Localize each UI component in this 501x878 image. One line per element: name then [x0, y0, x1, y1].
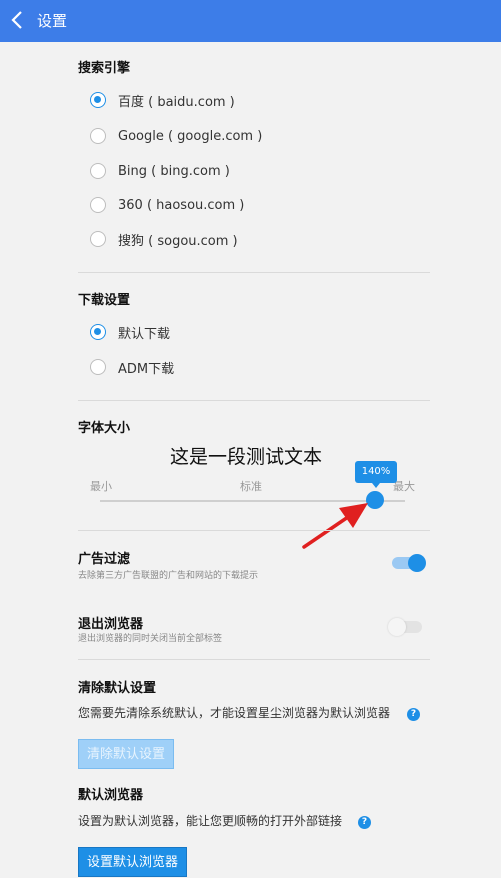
exit-browser-toggle[interactable]	[388, 618, 422, 636]
download-option-adm[interactable]: ADM下载	[90, 354, 174, 380]
divider	[78, 659, 430, 660]
option-label: 默认下载	[118, 326, 171, 342]
radio-unselected-icon[interactable]	[90, 197, 106, 213]
page-title: 设置	[37, 12, 68, 30]
search-engine-option-360[interactable]: 360 ( haosou.com )	[90, 192, 244, 218]
radio-unselected-icon[interactable]	[90, 163, 106, 179]
option-label: Bing ( bing.com )	[118, 163, 230, 179]
toggle-knob	[388, 618, 406, 636]
red-arrow-annotation-icon	[302, 503, 368, 549]
divider	[78, 530, 430, 531]
divider	[78, 400, 430, 401]
top-bar: 设置	[0, 0, 501, 42]
default-browser-heading: 默认浏览器	[78, 788, 144, 803]
radio-unselected-icon[interactable]	[90, 359, 106, 375]
exit-browser-title: 退出浏览器	[78, 617, 144, 632]
ad-filter-toggle[interactable]	[392, 554, 426, 572]
search-engine-option-baidu[interactable]: 百度 ( baidu.com )	[90, 87, 235, 113]
option-label: 百度 ( baidu.com )	[118, 94, 235, 110]
font-sample-text: 这是一段测试文本	[170, 446, 323, 468]
radio-unselected-icon[interactable]	[90, 231, 106, 247]
font-size-min-label: 最小	[90, 480, 112, 493]
exit-browser-subtitle: 退出浏览器的同时关闭当前全部标签	[78, 634, 223, 644]
option-label: ADM下载	[118, 361, 175, 377]
default-browser-description: 设置为默认浏览器，能让您更顺畅的打开外部链接	[78, 814, 343, 828]
download-settings-heading: 下载设置	[78, 293, 131, 308]
ad-filter-title: 广告过滤	[78, 552, 131, 567]
search-engine-heading: 搜索引擎	[78, 61, 131, 76]
clear-default-heading: 清除默认设置	[78, 681, 157, 696]
download-option-default[interactable]: 默认下载	[90, 319, 170, 345]
option-label: 360 ( haosou.com )	[118, 197, 245, 213]
radio-selected-icon[interactable]	[90, 324, 106, 340]
option-label: 搜狗 ( sogou.com )	[118, 233, 238, 249]
back-arrow-icon[interactable]	[8, 8, 28, 32]
clear-default-description: 您需要先清除系统默认，才能设置星尘浏览器为默认浏览器	[78, 706, 391, 720]
search-engine-option-bing[interactable]: Bing ( bing.com )	[90, 158, 230, 184]
font-size-value-tooltip: 140%	[355, 461, 397, 488]
radio-selected-icon[interactable]	[90, 92, 106, 108]
font-size-heading: 字体大小	[78, 421, 131, 436]
font-size-standard-label: 标准	[240, 480, 262, 493]
ad-filter-subtitle: 去除第三方广告联盟的广告和网站的下载提示	[78, 571, 259, 581]
clear-default-button[interactable]: 清除默认设置	[78, 739, 175, 769]
radio-unselected-icon[interactable]	[90, 128, 106, 144]
divider	[78, 272, 430, 273]
search-engine-option-google[interactable]: Google ( google.com )	[90, 123, 262, 149]
toggle-knob	[408, 554, 426, 572]
help-icon[interactable]: ?	[358, 816, 371, 829]
set-default-browser-button[interactable]: 设置默认浏览器	[78, 847, 188, 877]
option-label: Google ( google.com )	[118, 128, 263, 144]
help-icon[interactable]: ?	[407, 708, 420, 721]
search-engine-option-sogou[interactable]: 搜狗 ( sogou.com )	[90, 226, 238, 252]
